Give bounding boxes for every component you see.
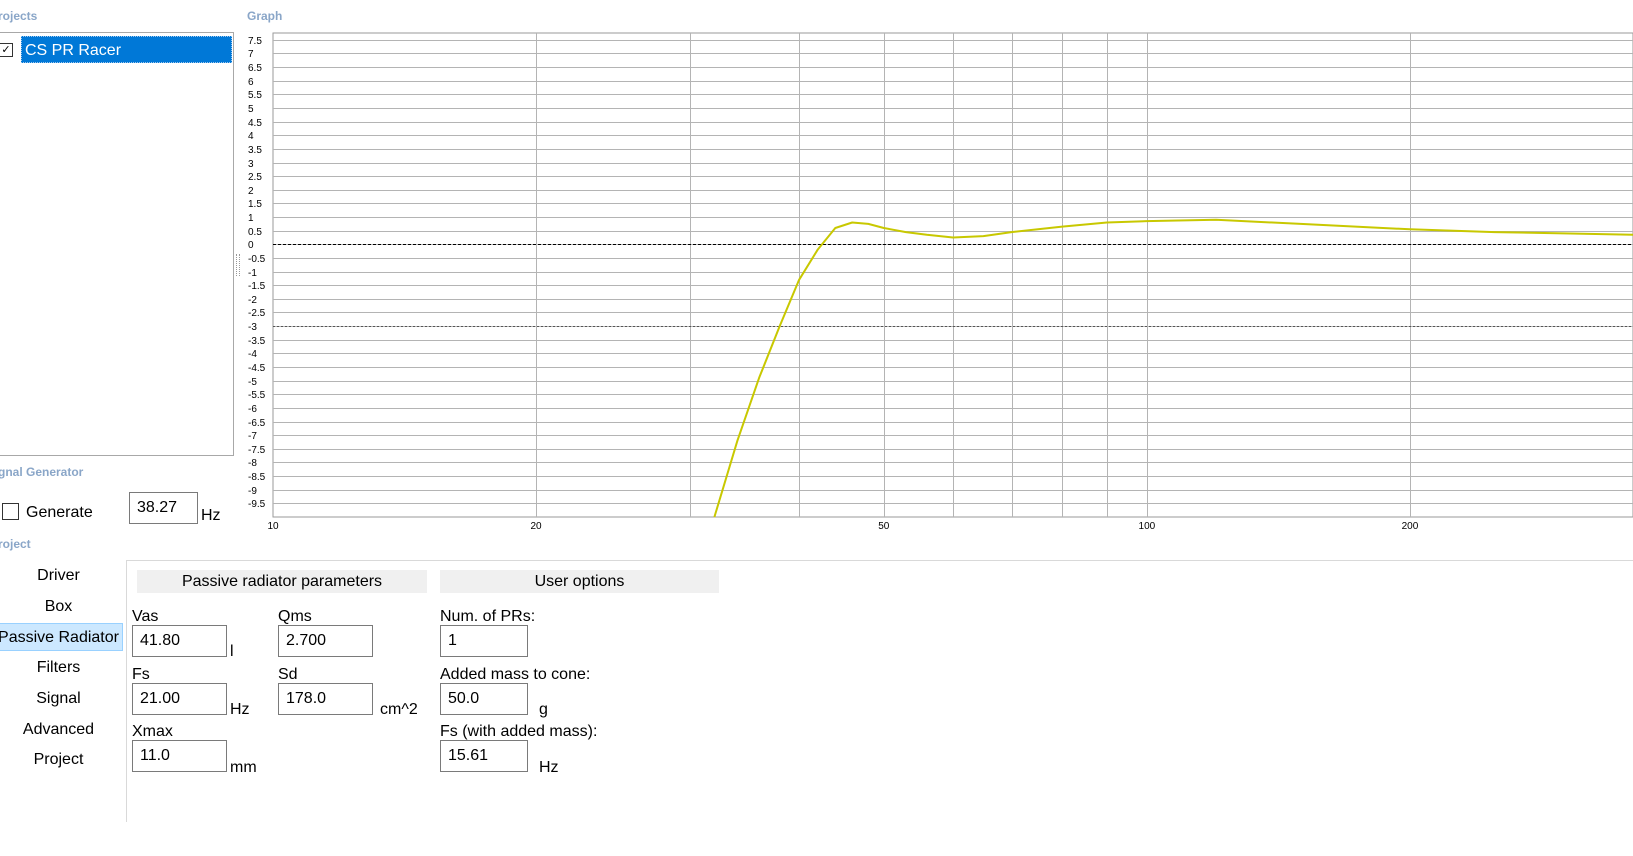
fs-input[interactable]: [132, 683, 227, 715]
added-mass-unit: g: [539, 701, 548, 718]
y-tick-label: 2.5: [248, 172, 262, 183]
y-tick-label: -0.5: [248, 254, 266, 265]
y-tick-label: -3: [248, 322, 257, 333]
xmax-label: Xmax: [132, 723, 173, 740]
y-tick-label: 4.5: [248, 118, 262, 129]
xmax-input[interactable]: [132, 740, 227, 772]
y-tick-label: 6.5: [248, 63, 262, 74]
sd-unit: cm^2: [380, 701, 418, 718]
y-tick-label: -5.5: [248, 390, 266, 401]
generate-label: Generate: [26, 504, 93, 521]
project-list-item[interactable]: ✓ CS PR Racer: [0, 36, 233, 64]
y-tick-label: 3.5: [248, 145, 262, 156]
response-graph: 7.5 7 6.5 6 5.5 5 4.5 4 3.5 3 2.5 2 1.5 1 0.5 0 -0.5 -1 -1…: [240, 30, 1633, 540]
y-tick-label: -2.5: [248, 308, 266, 319]
signal-generator-section-title: gnal Generator: [0, 465, 84, 479]
y-tick-label: 0.5: [248, 227, 262, 238]
y-tick-label: -8: [248, 458, 257, 469]
y-tick-label: 1: [248, 213, 254, 224]
xmax-unit: mm: [230, 759, 257, 776]
y-tick-label: -2: [248, 295, 257, 306]
y-tick-label: -7: [248, 431, 257, 442]
y-tick-label: 3: [248, 159, 254, 170]
projects-section-title: rojects: [0, 9, 38, 23]
y-tick-label: -6: [248, 404, 257, 415]
nav-item-driver[interactable]: Driver: [0, 562, 123, 590]
fs-added-mass-label: Fs (with added mass):: [440, 723, 598, 740]
nav-item-passive-radiator[interactable]: Passive Radiator: [0, 623, 123, 651]
y-tick-label: -9: [248, 486, 257, 497]
y-tick-label: -4.5: [248, 363, 266, 374]
y-tick-label: 2: [248, 186, 254, 197]
added-mass-input[interactable]: [440, 683, 528, 715]
y-tick-label: 5.5: [248, 90, 262, 101]
x-tick-label: 50: [878, 521, 890, 532]
nav-item-signal[interactable]: Signal: [0, 685, 123, 713]
fs-unit: Hz: [230, 701, 250, 718]
y-tick-label: 7.5: [248, 36, 262, 47]
y-tick-label: 4: [248, 131, 254, 142]
fs-added-mass-input[interactable]: [440, 740, 528, 772]
vas-unit: l: [230, 643, 234, 660]
y-tick-label: -4: [248, 349, 257, 360]
sd-label: Sd: [278, 666, 298, 683]
nav-item-advanced[interactable]: Advanced: [0, 716, 123, 744]
y-tick-label: -5: [248, 377, 257, 388]
project-name[interactable]: CS PR Racer: [21, 36, 232, 63]
added-mass-label: Added mass to cone:: [440, 666, 591, 683]
x-tick-label: 100: [1139, 521, 1156, 532]
generate-checkbox[interactable]: [2, 503, 19, 520]
num-prs-label: Num. of PRs:: [440, 608, 536, 625]
y-tick-label: 5: [248, 104, 254, 115]
project-section-title: roject: [0, 537, 31, 551]
nav-item-box[interactable]: Box: [0, 593, 123, 621]
y-tick-label: -6.5: [248, 418, 266, 429]
passive-radiator-header: Passive radiator parameters: [137, 570, 427, 593]
graph-canvas: 7.5 7 6.5 6 5.5 5 4.5 4 3.5 3 2.5 2 1.5 1 0.5 0 -0.5 -1 -1…: [248, 32, 1633, 532]
y-tick-label: -3.5: [248, 336, 266, 347]
y-tick-label: 6: [248, 77, 254, 88]
y-tick-label: -8.5: [248, 472, 266, 483]
nav-item-filters[interactable]: Filters: [0, 654, 123, 682]
num-prs-input[interactable]: [440, 625, 528, 657]
vas-label: Vas: [132, 608, 159, 625]
projects-list[interactable]: ✓ CS PR Racer: [0, 32, 234, 456]
frequency-input[interactable]: [129, 492, 198, 524]
y-tick-label: -1: [248, 268, 257, 279]
fs-label: Fs: [132, 666, 150, 683]
graph-section-title: Graph: [247, 9, 283, 23]
project-checkbox[interactable]: ✓: [0, 43, 13, 57]
qms-label: Qms: [278, 608, 312, 625]
y-tick-label: 0: [248, 240, 254, 251]
sd-input[interactable]: [278, 683, 373, 715]
x-tick-label: 200: [1402, 521, 1419, 532]
y-tick-label: -9.5: [248, 499, 266, 510]
y-tick-label: 7: [248, 49, 254, 60]
nav-item-project[interactable]: Project: [0, 746, 123, 774]
frequency-unit: Hz: [201, 507, 221, 524]
vas-input[interactable]: [132, 625, 227, 657]
user-options-header: User options: [440, 570, 719, 593]
x-tick-label: 20: [530, 521, 542, 532]
y-tick-label: -7.5: [248, 445, 266, 456]
fs-added-mass-unit: Hz: [539, 759, 559, 776]
y-tick-label: -1.5: [248, 281, 266, 292]
x-tick-label: 10: [267, 521, 279, 532]
qms-input[interactable]: [278, 625, 373, 657]
y-tick-label: 1.5: [248, 199, 262, 210]
